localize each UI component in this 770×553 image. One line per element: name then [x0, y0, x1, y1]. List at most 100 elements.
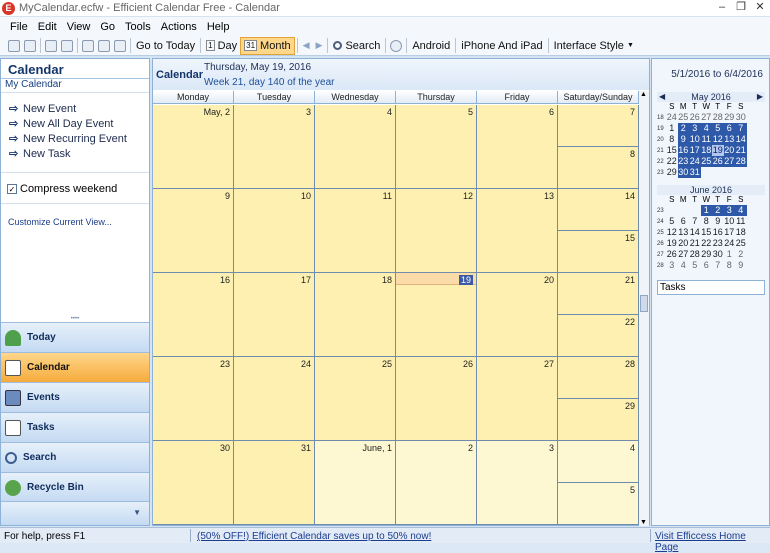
mini-day[interactable]: 4	[735, 205, 747, 216]
day-cell[interactable]: 11	[315, 189, 396, 273]
close-button[interactable]: ✕	[750, 0, 770, 14]
mini-day[interactable]: 29	[701, 249, 713, 260]
mini-day[interactable]: 9	[735, 260, 747, 271]
mini-day[interactable]: 6	[723, 123, 735, 134]
mini-day[interactable]: 16	[712, 227, 724, 238]
mini-day[interactable]: 25	[735, 238, 747, 249]
interface-style-dropdown[interactable]: Interface Style ▼	[551, 37, 637, 55]
android-button[interactable]: Android	[409, 37, 453, 55]
nav-tasks[interactable]: Tasks	[1, 412, 149, 442]
mini-day[interactable]: 8	[701, 216, 713, 227]
mini-day[interactable]: 17	[724, 227, 736, 238]
mini-day[interactable]: 7	[689, 216, 701, 227]
mini-day[interactable]: 27	[678, 249, 690, 260]
new-recurring-event-link[interactable]: ⇨ New Recurring Event	[1, 131, 149, 146]
menu-file[interactable]: File	[10, 21, 28, 33]
customize-view-link[interactable]: Customize Current View...	[1, 217, 149, 227]
weekend-cell[interactable]: 4	[558, 441, 639, 483]
day-cell[interactable]: 5	[396, 105, 477, 189]
next-arrow-icon[interactable]: ▶	[313, 37, 326, 55]
day-cell[interactable]: 17	[234, 273, 315, 357]
mini-day[interactable]: 7	[712, 260, 724, 271]
nav-events[interactable]: Events	[1, 382, 149, 412]
vertical-scrollbar[interactable]: ▲ ▼	[639, 91, 649, 526]
mini-day[interactable]: 30	[677, 167, 689, 178]
mini-day[interactable]: 14	[689, 227, 701, 238]
mini-day[interactable]: 18	[735, 227, 747, 238]
mini-day[interactable]: 6	[678, 216, 690, 227]
mini-day[interactable]: 1	[724, 249, 736, 260]
mini-day[interactable]: 2	[735, 249, 747, 260]
day-cell[interactable]: 25	[315, 357, 396, 441]
day-cell[interactable]: 20	[477, 273, 558, 357]
menu-tools[interactable]: Tools	[125, 21, 151, 33]
maximize-button[interactable]: ❐	[731, 0, 751, 14]
menu-edit[interactable]: Edit	[38, 21, 57, 33]
mini-day[interactable]: 29	[724, 112, 736, 123]
open-folder-icon[interactable]	[24, 39, 36, 52]
mini-day[interactable]: 1	[700, 205, 712, 216]
mini-day[interactable]: 7	[735, 123, 747, 134]
day-cell[interactable]: 4	[315, 105, 396, 189]
day-cell[interactable]: 16	[153, 273, 234, 357]
home-page-link[interactable]: Visit Efficcess Home Page	[655, 531, 770, 553]
mini-day[interactable]: 14	[735, 134, 747, 145]
weekend-cell[interactable]: 7	[558, 105, 639, 147]
mini-day[interactable]: 4	[700, 123, 712, 134]
menu-view[interactable]: View	[67, 21, 91, 33]
day-cell[interactable]: 12	[396, 189, 477, 273]
day-cell[interactable]: May, 2	[153, 105, 234, 189]
menu-actions[interactable]: Actions	[161, 21, 197, 33]
mini-day[interactable]: 31	[689, 167, 701, 178]
mini-day[interactable]: 16	[677, 145, 689, 156]
mini-day[interactable]: 2	[712, 205, 724, 216]
month-view-button[interactable]: 31 Month	[240, 36, 295, 55]
day-cell[interactable]: 3	[477, 441, 558, 525]
mini-day[interactable]: 24	[724, 238, 736, 249]
mini-day[interactable]: 24	[689, 156, 701, 167]
copy-icon[interactable]	[98, 39, 110, 52]
mini-day[interactable]: 24	[666, 112, 678, 123]
menu-help[interactable]: Help	[207, 21, 230, 33]
mini-day[interactable]: 4	[678, 260, 690, 271]
weekend-cell[interactable]: 5	[558, 483, 639, 525]
previous-arrow-icon[interactable]: ◀	[300, 37, 313, 55]
mini-day[interactable]: 26	[666, 249, 678, 260]
weekend-cell[interactable]: 15	[558, 231, 639, 273]
mini-day[interactable]: 13	[678, 227, 690, 238]
mini-day[interactable]: 13	[723, 134, 735, 145]
mini-day[interactable]: 18	[700, 145, 712, 156]
weekend-cell[interactable]: 21	[558, 273, 639, 315]
new-event-link[interactable]: ⇨ New Event	[1, 101, 149, 116]
weekend-cell[interactable]: 29	[558, 399, 639, 441]
nav-search[interactable]: Search	[1, 442, 149, 472]
day-cell[interactable]: 2	[396, 441, 477, 525]
mini-next-icon[interactable]: ▶	[757, 92, 763, 102]
new-file-icon[interactable]	[8, 39, 20, 52]
new-all-day-event-link[interactable]: ⇨ New All Day Event	[1, 116, 149, 131]
mini-day[interactable]: 12	[666, 227, 678, 238]
mini-day[interactable]: 19	[712, 145, 724, 156]
mini-day[interactable]: 22	[701, 238, 713, 249]
minimize-button[interactable]: –	[712, 0, 732, 14]
mini-day[interactable]: 21	[735, 145, 747, 156]
mini-day[interactable]: 2	[677, 123, 689, 134]
weekend-cell[interactable]: 8	[558, 147, 639, 189]
mini-day[interactable]: 6	[701, 260, 713, 271]
mini-day[interactable]: 19	[666, 238, 678, 249]
mini-day[interactable]: 3	[723, 205, 735, 216]
scroll-up-icon[interactable]: ▲	[640, 91, 647, 98]
promo-link[interactable]: (50% OFF!) Efficient Calendar saves up t…	[197, 531, 431, 542]
mini-day[interactable]: 25	[700, 156, 712, 167]
mini-day[interactable]: 26	[689, 112, 701, 123]
day-cell[interactable]: 3	[234, 105, 315, 189]
day-cell[interactable]: 13	[477, 189, 558, 273]
day-cell[interactable]: 23	[153, 357, 234, 441]
nav-options-button[interactable]: ▼	[1, 501, 149, 525]
mini-day[interactable]: 10	[724, 216, 736, 227]
day-cell[interactable]: 30	[153, 441, 234, 525]
mini-day[interactable]: 21	[689, 238, 701, 249]
compress-weekend-checkbox[interactable]: ✓ Compress weekend	[1, 182, 149, 196]
mini-day[interactable]: 26	[712, 156, 724, 167]
new-task-link[interactable]: ⇨ New Task	[1, 146, 149, 161]
